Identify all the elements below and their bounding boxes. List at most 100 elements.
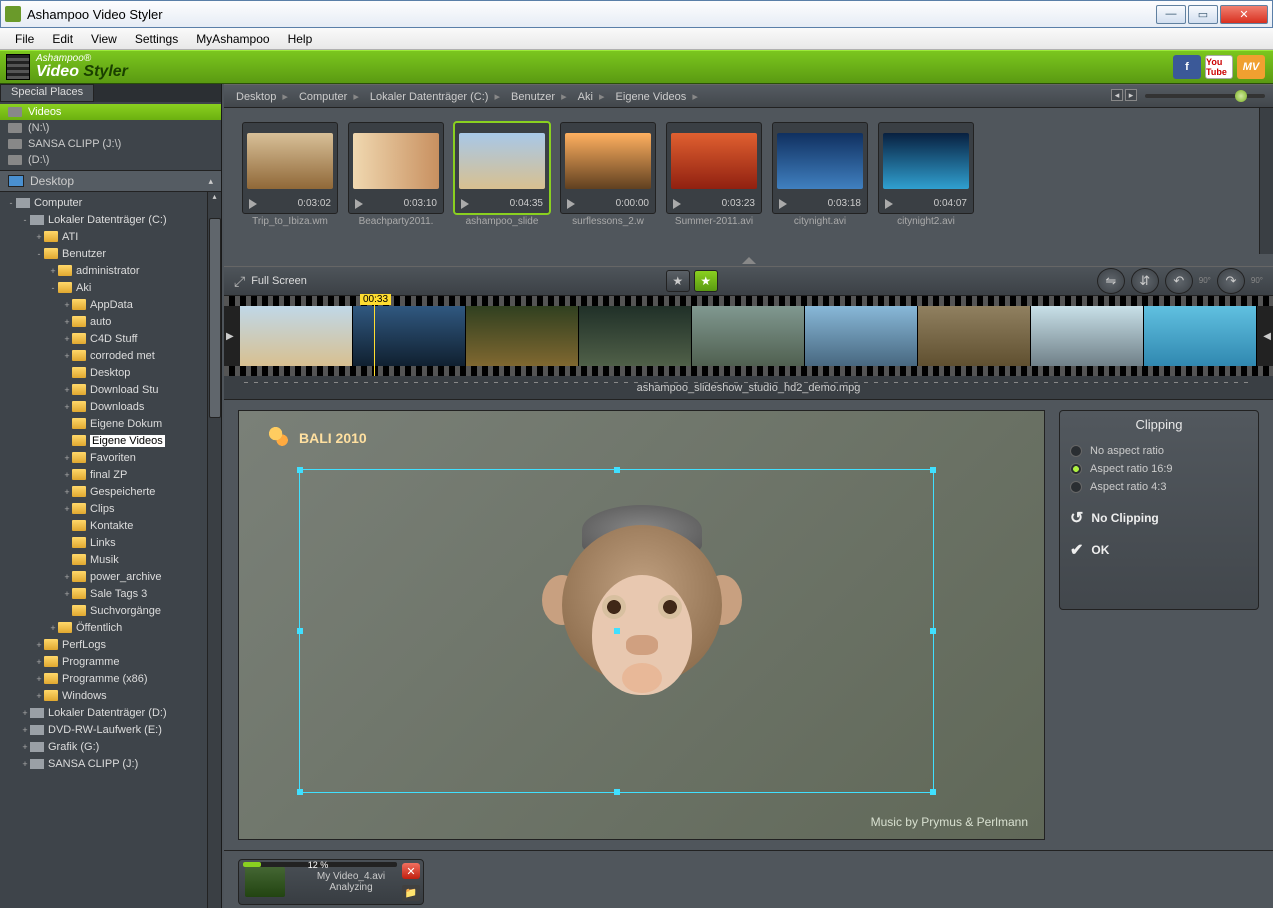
export-job: 12 % My Video_4.avi Analyzing ✕ 📁 [238,859,424,905]
myvideo-button[interactable]: MV [1237,55,1265,79]
tree-node[interactable]: Musik [0,551,221,568]
export-area: 12 % My Video_4.avi Analyzing ✕ 📁 [224,850,1273,908]
tree-node[interactable]: +DVD-RW-Laufwerk (E:) [0,721,221,738]
tree-scrollbar[interactable]: ▴ [207,192,221,908]
breadcrumb-segment[interactable]: Desktop ▸ [232,91,295,103]
flip-vertical-button[interactable]: ⇵ [1131,268,1159,294]
tree-node[interactable]: Suchvorgänge [0,602,221,619]
tree-node[interactable]: +corroded met [0,347,221,364]
tree-node[interactable]: +Öffentlich [0,619,221,636]
export-thumb [245,867,285,897]
desktop-header[interactable]: Desktop ▴ [0,170,221,192]
timeline-play-left[interactable]: ▶ [226,331,234,342]
favorite-active-button[interactable]: ★ [694,270,718,292]
clipping-rectangle[interactable] [299,469,934,793]
video-thumb[interactable]: 0:03:02Trip_to_Ibiza.wm [242,122,338,254]
tree-node[interactable]: +AppData [0,296,221,313]
flip-horizontal-button[interactable]: ⇋ [1097,268,1125,294]
brand-logo: Ashampoo® Video Styler [36,54,128,80]
tree-node[interactable]: +Lokaler Datenträger (D:) [0,704,221,721]
desktop-label: Desktop [30,174,74,188]
undo-icon: ↺ [1070,508,1083,528]
tree-node[interactable]: +Download Stu [0,381,221,398]
tab-special-places[interactable]: Special Places [0,84,94,102]
radio-no-aspect[interactable]: No aspect ratio [1070,442,1248,460]
timeline-filmstrip[interactable]: ▶ ◀ 00:33 [224,296,1273,376]
tree-node[interactable]: +C4D Stuff [0,330,221,347]
favorite-button[interactable]: ★ [666,270,690,292]
tree-node[interactable]: +Clips [0,500,221,517]
tree-node[interactable]: +SANSA CLIPP (J:) [0,755,221,772]
export-cancel-button[interactable]: ✕ [402,863,420,879]
tree-node[interactable]: +Programme (x86) [0,670,221,687]
menu-help[interactable]: Help [279,30,322,48]
drive-item[interactable]: (N:\) [0,120,221,136]
video-thumb[interactable]: 0:03:23Summer-2011.avi [666,122,762,254]
tree-node[interactable]: +Grafik (G:) [0,738,221,755]
drive-item[interactable]: Videos [0,104,221,120]
youtube-button[interactable]: You Tube [1205,55,1233,79]
maximize-button[interactable]: ▭ [1188,5,1218,24]
tree-node[interactable]: +auto [0,313,221,330]
timeline-marker[interactable]: 00:33 [374,296,375,376]
tree-node[interactable]: +PerfLogs [0,636,221,653]
tree-node[interactable]: +Sale Tags 3 [0,585,221,602]
breadcrumb-segment[interactable]: Lokaler Datenträger (C:) ▸ [366,91,507,103]
tree-node[interactable]: +Gespeicherte [0,483,221,500]
fullscreen-button[interactable]: ⤢Full Screen [234,273,307,290]
tree-node[interactable]: +final ZP [0,466,221,483]
close-button[interactable]: ✕ [1220,5,1268,24]
tree-node[interactable]: Eigene Dokum [0,415,221,432]
tree-node[interactable]: Eigene Videos [0,432,221,449]
ok-button[interactable]: ✔OK [1070,540,1248,560]
rotate-right-button[interactable]: ↷ [1217,268,1245,294]
tree-node[interactable]: Desktop [0,364,221,381]
drive-item[interactable]: SANSA CLIPP (J:\) [0,136,221,152]
video-thumb[interactable]: 0:04:07citynight2.avi [878,122,974,254]
video-thumb[interactable]: 0:04:35ashampoo_slide [454,122,550,254]
tree-node[interactable]: -Computer [0,194,221,211]
export-save-button[interactable]: 📁 [402,885,420,901]
drive-item[interactable]: (D:\) [0,152,221,168]
menu-settings[interactable]: Settings [126,30,187,48]
timeline-play-right[interactable]: ◀ [1263,331,1271,342]
nav-arrows[interactable]: ◂▸ [1111,89,1139,103]
breadcrumb-segment[interactable]: Eigene Videos ▸ [612,91,705,103]
flower-icon [269,427,291,449]
no-clipping-button[interactable]: ↺No Clipping [1070,508,1248,528]
tree-node[interactable]: +Windows [0,687,221,704]
rotate-left-button[interactable]: ↶ [1165,268,1193,294]
video-preview[interactable]: BALI 2010 Music by Prymus & Perlmann [238,410,1045,840]
tree-node[interactable]: +administrator [0,262,221,279]
tree-node[interactable]: Kontakte [0,517,221,534]
facebook-button[interactable]: f [1173,55,1201,79]
tree-node[interactable]: +Downloads [0,398,221,415]
minimize-button[interactable]: — [1156,5,1186,24]
window-title: Ashampoo Video Styler [27,7,1156,22]
breadcrumb-segment[interactable]: Benutzer ▸ [507,91,574,103]
tree-node[interactable]: +power_archive [0,568,221,585]
tree-node[interactable]: -Lokaler Datenträger (C:) [0,211,221,228]
tree-node[interactable]: +Programme [0,653,221,670]
radio-aspect-169[interactable]: Aspect ratio 16:9 [1070,460,1248,478]
tree-node[interactable]: Links [0,534,221,551]
tree-node[interactable]: +Favoriten [0,449,221,466]
menu-myashampoo[interactable]: MyAshampoo [187,30,278,48]
zoom-slider[interactable] [1145,94,1265,98]
breadcrumb-segment[interactable]: Aki ▸ [574,91,612,103]
video-thumb[interactable]: 0:03:18citynight.avi [772,122,868,254]
breadcrumb-segment[interactable]: Computer ▸ [295,91,366,103]
expand-handle[interactable] [224,254,1273,266]
tree-node[interactable]: +ATI [0,228,221,245]
thumbs-scrollbar[interactable] [1259,108,1273,254]
app-icon [5,6,21,22]
tree-node[interactable]: -Aki [0,279,221,296]
video-thumb[interactable]: 0:00:00surflessons_2.w [560,122,656,254]
menu-edit[interactable]: Edit [43,30,82,48]
video-thumb[interactable]: 0:03:10Beachparty2011. [348,122,444,254]
menu-file[interactable]: File [6,30,43,48]
radio-aspect-43[interactable]: Aspect ratio 4:3 [1070,478,1248,496]
collapse-icon[interactable]: ▴ [208,176,213,187]
tree-node[interactable]: -Benutzer [0,245,221,262]
menu-view[interactable]: View [82,30,126,48]
